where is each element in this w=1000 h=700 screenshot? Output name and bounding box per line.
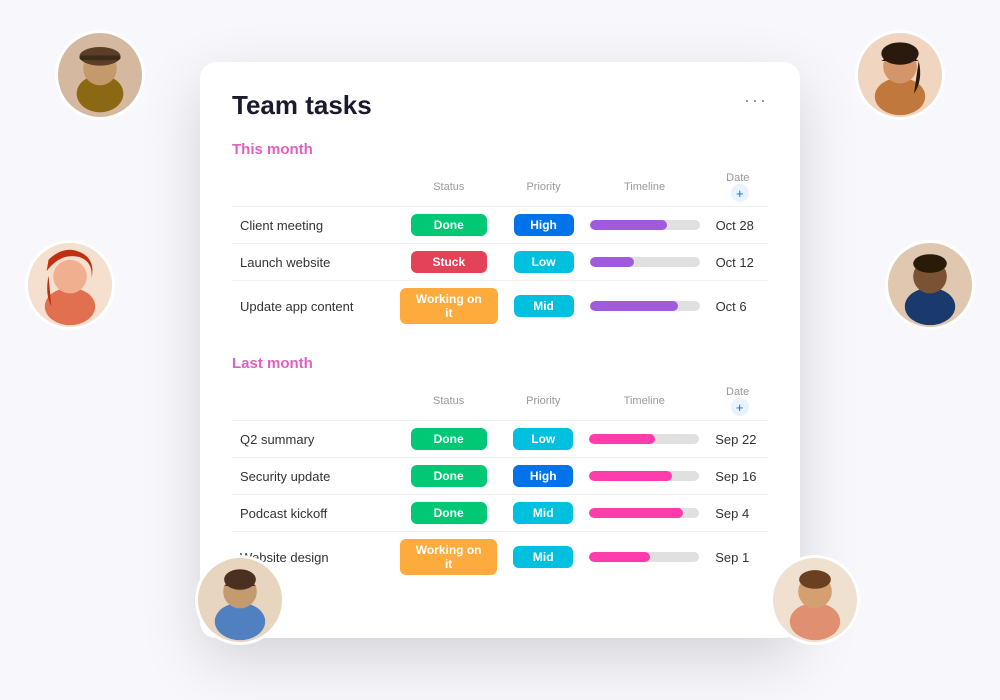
priority-badge: Mid bbox=[513, 502, 573, 524]
task-name: Security update bbox=[232, 458, 392, 495]
table-row[interactable]: Launch website Stuck Low Oct 12 bbox=[232, 244, 768, 281]
status-badge: Done bbox=[411, 502, 487, 524]
task-status[interactable]: Stuck bbox=[392, 244, 506, 281]
task-name: Podcast kickoff bbox=[232, 495, 392, 532]
card-header: Team tasks ··· bbox=[232, 90, 768, 121]
col-header-status: Status bbox=[392, 168, 506, 207]
task-status[interactable]: Done bbox=[392, 495, 505, 532]
col-header-priority: Priority bbox=[506, 168, 582, 207]
sections-container: This monthStatusPriorityTimelineDate+Cli… bbox=[232, 141, 768, 582]
col-header-status: Status bbox=[392, 382, 505, 421]
table-row[interactable]: Client meeting Done High Oct 28 bbox=[232, 207, 768, 244]
avatar bbox=[195, 555, 285, 645]
col-header-date: Date+ bbox=[708, 168, 768, 207]
task-timeline bbox=[582, 207, 708, 244]
add-column-button[interactable]: + bbox=[731, 398, 749, 416]
priority-badge: Mid bbox=[514, 295, 574, 317]
col-task bbox=[232, 168, 392, 207]
add-column-button[interactable]: + bbox=[731, 184, 749, 202]
task-timeline bbox=[581, 495, 707, 532]
task-priority[interactable]: Mid bbox=[505, 532, 581, 583]
task-date: Oct 6 bbox=[708, 281, 768, 332]
task-timeline bbox=[582, 244, 708, 281]
task-timeline bbox=[582, 281, 708, 332]
task-table: StatusPriorityTimelineDate+Client meetin… bbox=[232, 168, 768, 331]
task-timeline bbox=[581, 421, 707, 458]
task-priority[interactable]: Mid bbox=[505, 495, 581, 532]
priority-badge: High bbox=[514, 214, 574, 236]
task-section-this-month: This monthStatusPriorityTimelineDate+Cli… bbox=[232, 141, 768, 331]
card-menu-button[interactable]: ··· bbox=[744, 90, 768, 111]
task-date: Oct 28 bbox=[708, 207, 768, 244]
status-badge: Working on it bbox=[400, 539, 497, 575]
priority-badge: Low bbox=[513, 428, 573, 450]
task-date: Sep 1 bbox=[707, 532, 768, 583]
status-badge: Done bbox=[411, 428, 487, 450]
task-priority[interactable]: Low bbox=[505, 421, 581, 458]
avatar bbox=[25, 240, 115, 330]
task-priority[interactable]: High bbox=[506, 207, 582, 244]
status-badge: Stuck bbox=[411, 251, 487, 273]
task-status[interactable]: Working on it bbox=[392, 281, 506, 332]
task-name: Update app content bbox=[232, 281, 392, 332]
table-row[interactable]: Security update Done High Sep 16 bbox=[232, 458, 768, 495]
task-status[interactable]: Done bbox=[392, 458, 505, 495]
task-date: Sep 16 bbox=[707, 458, 768, 495]
status-badge: Working on it bbox=[400, 288, 498, 324]
col-header-priority: Priority bbox=[505, 382, 581, 421]
avatar bbox=[55, 30, 145, 120]
section-title: This month bbox=[232, 141, 768, 158]
task-status[interactable]: Done bbox=[392, 421, 505, 458]
task-date: Sep 22 bbox=[707, 421, 768, 458]
task-priority[interactable]: High bbox=[505, 458, 581, 495]
main-card: Team tasks ··· This monthStatusPriorityT… bbox=[200, 62, 800, 638]
status-badge: Done bbox=[411, 465, 487, 487]
table-row[interactable]: Podcast kickoff Done Mid Sep 4 bbox=[232, 495, 768, 532]
priority-badge: Mid bbox=[513, 546, 573, 568]
priority-badge: High bbox=[513, 465, 573, 487]
task-timeline bbox=[581, 458, 707, 495]
task-status[interactable]: Done bbox=[392, 207, 506, 244]
task-name: Launch website bbox=[232, 244, 392, 281]
task-date: Sep 4 bbox=[707, 495, 768, 532]
task-section-last-month: Last monthStatusPriorityTimelineDate+Q2 … bbox=[232, 355, 768, 582]
task-date: Oct 12 bbox=[708, 244, 768, 281]
priority-badge: Low bbox=[514, 251, 574, 273]
card-title: Team tasks bbox=[232, 90, 372, 121]
section-title: Last month bbox=[232, 355, 768, 372]
col-header-date: Date+ bbox=[707, 382, 768, 421]
task-table: StatusPriorityTimelineDate+ Q2 summary Don… bbox=[232, 382, 768, 582]
avatar bbox=[770, 555, 860, 645]
status-badge: Done bbox=[411, 214, 487, 236]
avatar bbox=[885, 240, 975, 330]
table-row[interactable]: Website designWorking on itMidSep 1 bbox=[232, 532, 768, 583]
table-row[interactable]: Q2 summary Done Low Sep 22 bbox=[232, 421, 768, 458]
task-status[interactable]: Working on it bbox=[392, 532, 505, 583]
table-row[interactable]: Update app contentWorking on it Mid Oct 6 bbox=[232, 281, 768, 332]
col-header-timeline: Timeline bbox=[582, 168, 708, 207]
task-name: Q2 summary bbox=[232, 421, 392, 458]
col-task bbox=[232, 382, 392, 421]
task-priority[interactable]: Low bbox=[506, 244, 582, 281]
task-priority[interactable]: Mid bbox=[506, 281, 582, 332]
avatar bbox=[855, 30, 945, 120]
task-name: Client meeting bbox=[232, 207, 392, 244]
task-timeline bbox=[581, 532, 707, 583]
col-header-timeline: Timeline bbox=[581, 382, 707, 421]
